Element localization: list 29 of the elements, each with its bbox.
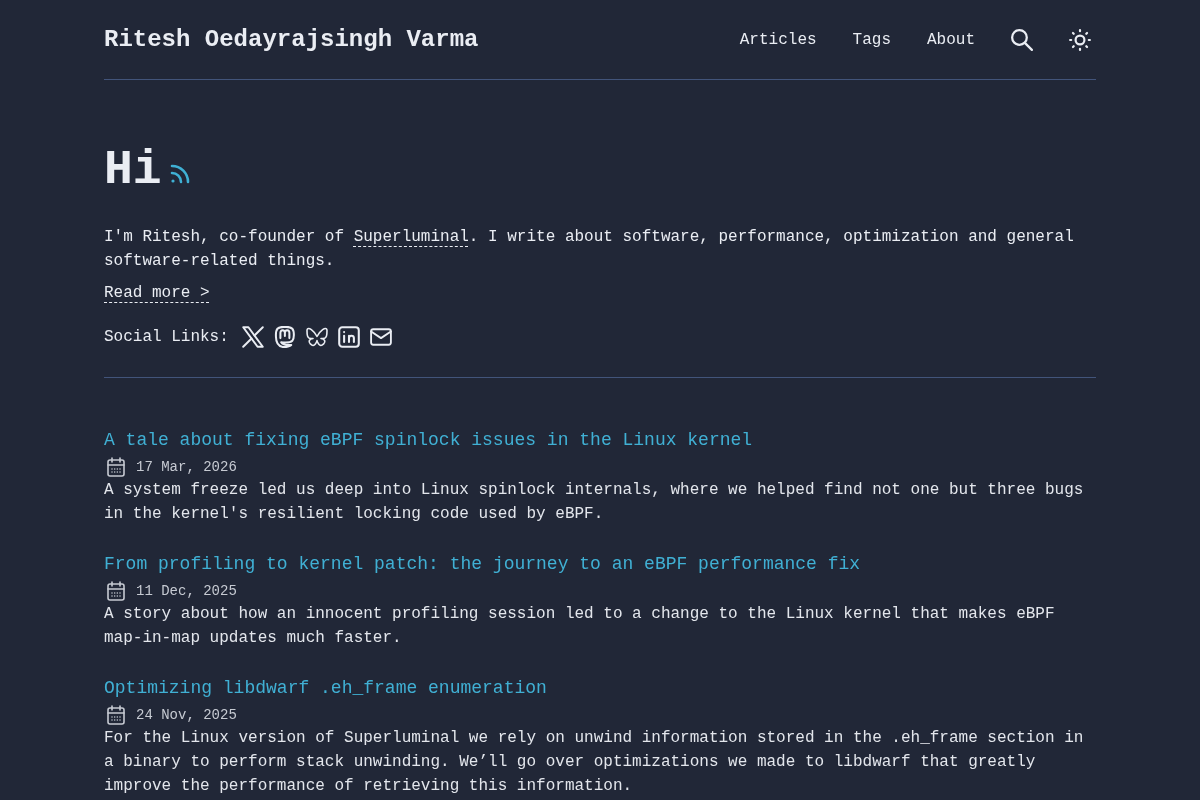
nav-link[interactable]: Articles (739, 27, 817, 52)
site-title[interactable]: Ritesh Oedayrajsingh Varma (104, 23, 479, 56)
article-description: A story about how an innocent profiling session led to a change to the Linux kernel that makes eBPF map-in-map updates much faster. (104, 604, 1056, 649)
social-label: Social Links: (104, 327, 229, 348)
article-title[interactable]: Optimizing libdwarf .eh_frame enumeration (104, 674, 547, 702)
sun-icon[interactable] (1069, 28, 1091, 51)
in-square-icon[interactable] (337, 326, 360, 348)
chat-bubble-icon[interactable] (273, 326, 296, 348)
article-date: 24 Nov, 2025 (136, 705, 237, 725)
hero-heading: Hi (104, 142, 162, 198)
calendar-icon (107, 704, 125, 725)
intro-link[interactable]: Superluminal (353, 228, 469, 246)
article-title[interactable]: A tale about fixing eBPF spinlock issues in the Linux kernel (104, 426, 753, 454)
article-description: For the Linux version of Superluminal we rely on unwind information stored in the .eh_frame section in a binary to perform stack unwinding. We’ll go over optimizations we made to libdwarf that greatly improve the performance of retrieving this information. (104, 728, 1085, 797)
read-more-link[interactable]: Read more > (104, 284, 210, 302)
calendar-icon (107, 456, 125, 477)
nav-link[interactable]: Tags (852, 27, 891, 52)
search-icon[interactable] (1011, 28, 1033, 51)
x-icon[interactable] (241, 326, 264, 348)
article-date: 11 Dec, 2025 (136, 581, 237, 601)
article-description: A system freeze led us deep into Linux spinlock internals, where we helped find not one but three bugs in the kernel's resilient locking code used by eBPF. (104, 480, 1085, 525)
article-title[interactable]: From profiling to kernel patch: the journey to an eBPF performance fix (104, 550, 861, 578)
intro-paragraph: I'm Ritesh, co-founder of Superluminal. I write about software, performance, optimization and general software-related things. (104, 227, 1075, 272)
butterfly-icon[interactable] (305, 326, 328, 348)
article-date: 17 Mar, 2026 (136, 457, 237, 477)
calendar-icon (107, 580, 125, 601)
envelope-icon[interactable] (369, 326, 392, 348)
rss-icon[interactable] (169, 164, 190, 184)
nav-link[interactable]: About (927, 27, 975, 52)
